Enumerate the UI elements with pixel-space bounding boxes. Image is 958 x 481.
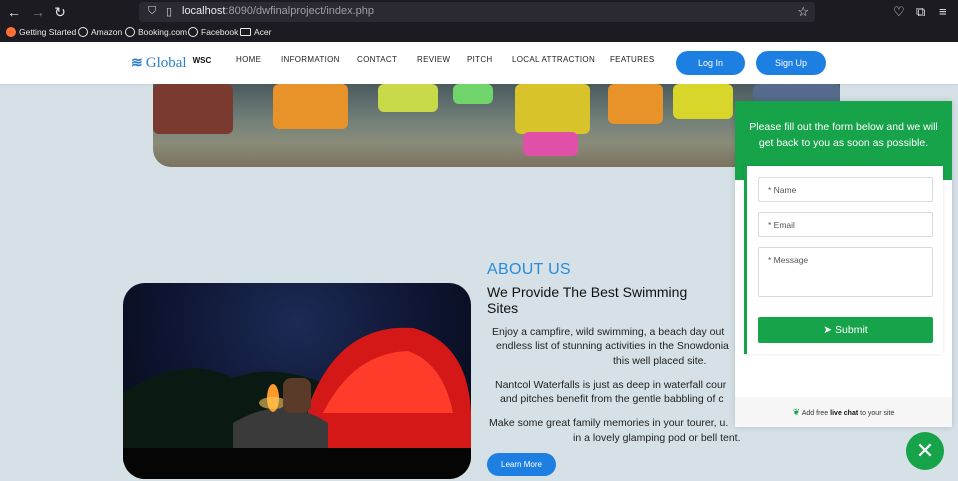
bookmark-acer[interactable]: Acer (240, 27, 271, 37)
message-field[interactable]: * Message (758, 247, 933, 297)
pocket-icon[interactable]: ♡ (893, 4, 905, 20)
photo-figure (153, 84, 233, 134)
photo-figure (515, 84, 590, 134)
folder-icon (240, 28, 251, 36)
about-paragraph-2-line-1: Nantcol Waterfalls is just as deep in wa… (495, 379, 727, 391)
shield-icon[interactable]: ⛉ (148, 5, 156, 18)
nav-local-attraction[interactable]: LOCAL ATTRACTION (512, 55, 595, 64)
waves-icon: ≋ (131, 54, 143, 70)
nav-home[interactable]: HOME (236, 55, 261, 64)
submit-button[interactable]: ➤ Submit (758, 317, 933, 343)
about-title: We Provide The Best Swimming Sites (487, 284, 688, 316)
nav-review[interactable]: REVIEW (417, 55, 450, 64)
signup-button[interactable]: Sign Up (756, 51, 826, 75)
bookmark-getting-started[interactable]: Getting Started (6, 27, 76, 37)
reload-icon[interactable]: ↻ (52, 4, 68, 20)
name-field[interactable]: * Name (758, 177, 933, 202)
about-paragraph-1-line-3: this well placed site. (613, 355, 707, 367)
address-bar[interactable]: ⛉ ▯ localhost:8090/dwfinalproject/index.… (139, 2, 815, 22)
chat-widget: Please fill out the form below and we wi… (735, 101, 952, 427)
url-text[interactable]: localhost:8090/dwfinalproject/index.php (182, 5, 374, 17)
about-kicker: ABOUT US (487, 261, 571, 278)
photo-figure (378, 84, 438, 112)
send-icon: ➤ (823, 324, 833, 336)
submit-label: Submit (835, 324, 868, 336)
about-paragraph-3-line-1: Make some great family memories in your … (489, 417, 729, 429)
forward-icon[interactable]: → (30, 4, 46, 20)
camping-illustration (123, 327, 471, 479)
chat-footer[interactable]: ❦ Add free live chat to your site (735, 397, 952, 427)
login-button[interactable]: Log In (676, 51, 745, 75)
photo-figure (523, 132, 578, 156)
browser-chrome: ← → ↻ ⛉ ▯ localhost:8090/dwfinalproject/… (0, 0, 958, 42)
firefox-icon (6, 27, 16, 37)
globe-icon (188, 27, 198, 37)
globe-icon (125, 27, 135, 37)
learn-more-button[interactable]: Learn More (487, 453, 556, 476)
close-chat-button[interactable]: ✕ (906, 432, 944, 470)
nav-contact[interactable]: CONTACT (357, 55, 397, 64)
email-field[interactable]: * Email (758, 212, 933, 237)
menu-icon[interactable]: ≡ (939, 4, 947, 19)
site-logo[interactable]: ≋ Global WSC (131, 54, 211, 72)
nav-features[interactable]: FEATURES (610, 55, 654, 64)
chat-form: * Name * Email * Message ➤ Submit (744, 166, 943, 354)
nav-information[interactable]: INFORMATION (281, 55, 340, 64)
about-paragraph-2-line-2: and pitches benefit from the gentle babb… (500, 393, 724, 405)
photo-figure (608, 84, 663, 124)
back-icon[interactable]: ← (6, 4, 22, 20)
bookmark-amazon[interactable]: Amazon (78, 27, 122, 37)
bookmark-facebook[interactable]: Facebook (188, 27, 238, 37)
bookmarks-bar: Getting Started Amazon Booking.com Faceb… (0, 25, 958, 42)
bookmark-star-icon[interactable]: ☆ (797, 4, 809, 20)
about-paragraph-3-line-2: in a lovely glamping pod or bell tent. (573, 432, 741, 444)
site-header: ≋ Global WSC HOME INFORMATION CONTACT RE… (0, 42, 958, 84)
nav-pitch[interactable]: PITCH (467, 55, 493, 64)
page-info-icon[interactable]: ▯ (166, 5, 172, 18)
extensions-icon[interactable]: ⧉ (916, 4, 925, 20)
globe-icon (78, 27, 88, 37)
about-paragraph-1-line-1: Enjoy a campfire, wild swimming, a beach… (492, 326, 725, 338)
photo-figure (673, 84, 733, 119)
bookmark-booking[interactable]: Booking.com (125, 27, 187, 37)
leaf-icon: ❦ (792, 407, 801, 417)
camping-photo (123, 283, 471, 479)
about-paragraph-1-line-2: endless list of stunning activities in t… (496, 340, 729, 352)
photo-figure (273, 84, 348, 129)
photo-figure (453, 84, 493, 104)
close-icon: ✕ (915, 438, 935, 463)
